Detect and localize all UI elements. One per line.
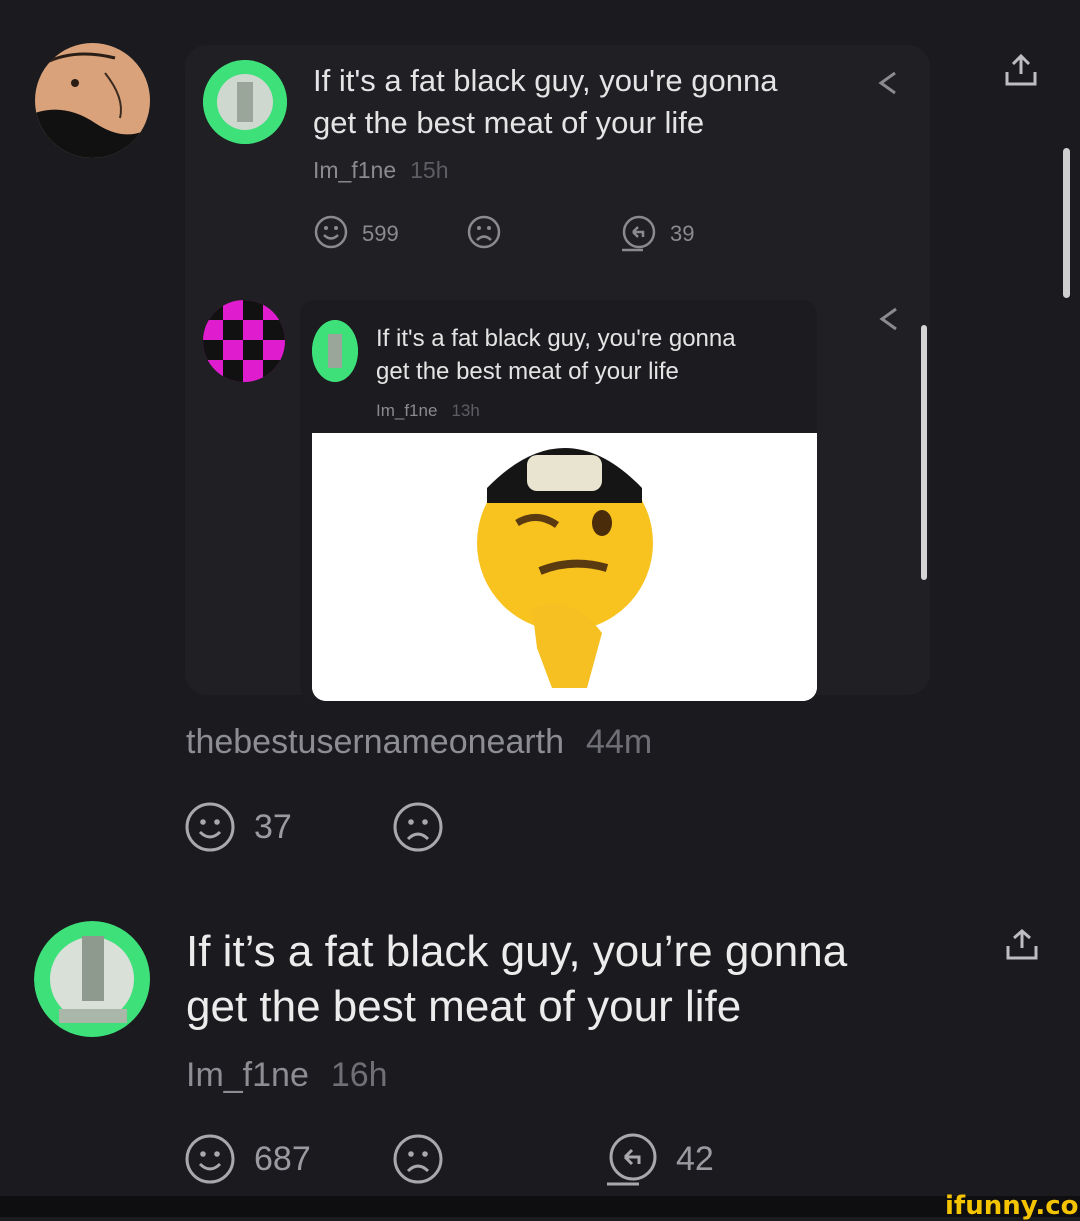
bottom-post-text-line2: get the best meat of your life xyxy=(186,982,742,1031)
nested-post-time: 13h xyxy=(451,401,480,420)
bottom-reply-icon[interactable] xyxy=(603,1131,661,1189)
frown-icon[interactable] xyxy=(466,214,502,250)
bottom-reply-count: 42 xyxy=(676,1140,714,1178)
commenter-avatar[interactable] xyxy=(35,43,150,158)
share-icon[interactable] xyxy=(1002,52,1040,88)
reply-icon[interactable] xyxy=(619,214,659,254)
bottom-post-avatar[interactable] xyxy=(34,921,151,1038)
top-post-reply-count: 39 xyxy=(670,221,695,246)
checker-avatar-image xyxy=(203,300,285,382)
emoji-sticker-image[interactable] xyxy=(312,433,817,701)
comment-time: 44m xyxy=(586,723,653,761)
smile-icon[interactable] xyxy=(313,214,349,250)
smirking-cap-emoji-icon xyxy=(312,433,817,701)
top-post-smile-count: 599 xyxy=(362,221,399,246)
bottom-bar xyxy=(0,1196,1080,1217)
bottom-smile-count: 687 xyxy=(254,1140,311,1178)
bottom-post-username[interactable]: Im_f1ne xyxy=(186,1056,309,1094)
nested-commenter-avatar[interactable] xyxy=(203,300,285,382)
statue-avatar-image xyxy=(203,60,287,144)
bottom-share-icon[interactable] xyxy=(1004,927,1040,963)
bottom-smile-icon[interactable] xyxy=(184,1133,236,1185)
bottom-post-time: 16h xyxy=(330,1056,388,1094)
nested-scrollbar[interactable] xyxy=(921,325,927,580)
top-post-text-line1: If it's a fat black guy, you're gonna xyxy=(313,63,778,98)
comment-frown-icon[interactable] xyxy=(392,801,444,853)
bottom-post-text-line1: If it’s a fat black guy, you’re gonna xyxy=(186,927,848,976)
comment-smile-count: 37 xyxy=(254,808,292,846)
nested-post-avatar[interactable] xyxy=(312,320,358,382)
share-icon-small[interactable] xyxy=(873,68,901,98)
nested-post-text-line1: If it's a fat black guy, you're gonna xyxy=(376,325,736,352)
bottom-frown-icon[interactable] xyxy=(392,1133,444,1185)
nested-post-text-line2: get the best meat of your life xyxy=(376,358,679,385)
top-post-text-line2: get the best meat of your life xyxy=(313,105,705,140)
statue-avatar-small xyxy=(312,320,358,382)
top-post-time: 15h xyxy=(410,157,449,183)
comment-smile-icon[interactable] xyxy=(184,801,236,853)
statue-avatar-large xyxy=(34,921,150,1037)
top-post-username[interactable]: Im_f1ne xyxy=(313,157,396,183)
nested-post-username[interactable]: Im_f1ne xyxy=(376,401,437,420)
comment-username[interactable]: thebestusernameonearth xyxy=(186,723,564,761)
scrollbar[interactable] xyxy=(1063,148,1070,298)
nested-share-icon[interactable] xyxy=(875,305,901,333)
face-avatar-image xyxy=(35,43,150,158)
top-post-avatar[interactable] xyxy=(203,60,287,144)
